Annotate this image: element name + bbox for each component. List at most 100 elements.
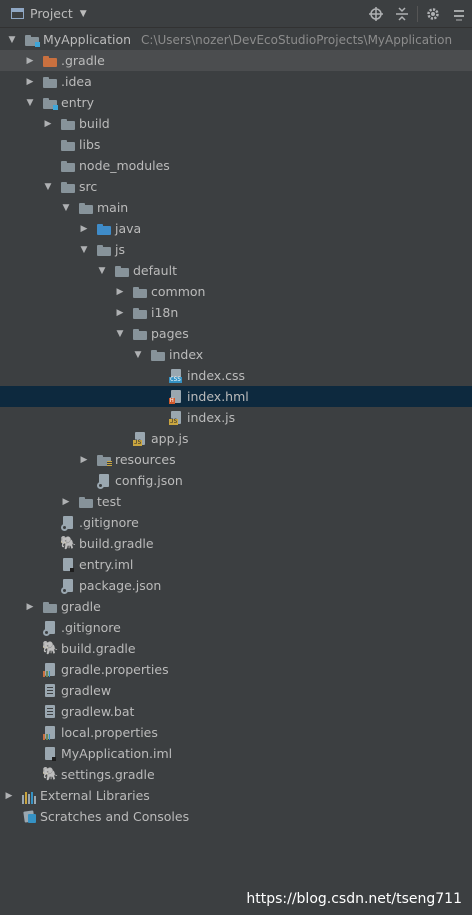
tree-row-entry[interactable]: ▼ entry <box>0 92 472 113</box>
chevron-down-icon[interactable]: ▼ <box>80 9 87 19</box>
tree-row-local-properties[interactable]: local.properties <box>0 722 472 743</box>
tree-row-label: entry.iml <box>79 557 134 572</box>
locate-icon[interactable] <box>363 0 389 28</box>
expand-arrow-icon[interactable]: ▶ <box>3 791 15 801</box>
properties-file-icon <box>42 662 58 678</box>
tree-row-label: libs <box>79 137 101 152</box>
expand-arrow-icon[interactable]: ▶ <box>78 224 90 234</box>
tree-row-label: default <box>133 263 177 278</box>
tree-row-label: build.gradle <box>79 536 154 551</box>
config-file-icon <box>60 578 76 594</box>
tree-row-main[interactable]: ▼ main <box>0 197 472 218</box>
tree-row-pages[interactable]: ▼ pages <box>0 323 472 344</box>
folder-icon <box>114 263 130 279</box>
expand-arrow-icon[interactable]: ▼ <box>42 182 54 192</box>
project-path: C:\Users\nozer\DevEcoStudioProjects\MyAp… <box>141 32 453 47</box>
tool-window-header: Project ▼ <box>0 0 472 28</box>
tree-row-java[interactable]: ▶ java <box>0 218 472 239</box>
tree-row-label: i18n <box>151 305 179 320</box>
tree-row-js[interactable]: ▼ js <box>0 239 472 260</box>
tree-row-gradlew[interactable]: gradlew <box>0 680 472 701</box>
tree-row-external-libraries[interactable]: ▶ External Libraries <box>0 785 472 806</box>
expand-arrow-icon[interactable]: ▶ <box>60 497 72 507</box>
folder-icon <box>60 137 76 153</box>
tree-row-label: MyApplication.iml <box>61 746 173 761</box>
collapse-all-icon[interactable] <box>389 0 415 28</box>
tree-row-entry-gitignore[interactable]: .gitignore <box>0 512 472 533</box>
iml-file-icon <box>60 557 76 573</box>
config-file-icon <box>60 515 76 531</box>
tree-row-gradle-dir[interactable]: ▶ .gradle <box>0 50 472 71</box>
tree-row-package-json[interactable]: package.json <box>0 575 472 596</box>
folder-icon <box>96 242 112 258</box>
tree-row-label: config.json <box>115 473 183 488</box>
js-file-icon: JS <box>132 431 148 447</box>
tree-row-label: settings.gradle <box>61 767 155 782</box>
tree-row-label: pages <box>151 326 189 341</box>
expand-arrow-icon[interactable]: ▼ <box>78 245 90 255</box>
hide-icon[interactable] <box>446 0 472 28</box>
tree-row-resources[interactable]: ▶ resources <box>0 449 472 470</box>
tree-row-entry-build-gradle[interactable]: 🐘 build.gradle <box>0 533 472 554</box>
tree-row-myapplication[interactable]: ▼ MyApplication C:\Users\nozer\DevEcoStu… <box>0 29 472 50</box>
tree-row-scratches[interactable]: Scratches and Consoles <box>0 806 472 827</box>
tree-row-label: index <box>169 347 204 362</box>
folder-icon <box>60 179 76 195</box>
properties-file-icon <box>42 725 58 741</box>
folder-icon <box>42 599 58 615</box>
tree-row-root-gitignore[interactable]: .gitignore <box>0 617 472 638</box>
tree-row-label: gradle <box>61 599 101 614</box>
tree-row-label: local.properties <box>61 725 158 740</box>
toolbar-separator <box>417 6 418 22</box>
expand-arrow-icon[interactable]: ▶ <box>24 56 36 66</box>
expand-arrow-icon[interactable]: ▶ <box>24 602 36 612</box>
expand-arrow-icon[interactable]: ▶ <box>24 77 36 87</box>
tree-row-label: .gradle <box>61 53 105 68</box>
tree-row-config-json[interactable]: config.json <box>0 470 472 491</box>
tree-row-build[interactable]: ▶ build <box>0 113 472 134</box>
tree-row-label: main <box>97 200 129 215</box>
tree-row-src[interactable]: ▼ src <box>0 176 472 197</box>
expand-arrow-icon[interactable]: ▶ <box>42 119 54 129</box>
tree-row-label: common <box>151 284 206 299</box>
tree-row-gradlew-bat[interactable]: gradlew.bat <box>0 701 472 722</box>
tree-row-root-build-gradle[interactable]: 🐘 build.gradle <box>0 638 472 659</box>
tree-row-myapplication-iml[interactable]: MyApplication.iml <box>0 743 472 764</box>
folder-icon <box>132 326 148 342</box>
tree-row-index-css[interactable]: CSS index.css <box>0 365 472 386</box>
tool-window-title[interactable]: Project <box>30 6 73 21</box>
tree-row-gradle-properties[interactable]: gradle.properties <box>0 659 472 680</box>
tree-row-app-js[interactable]: JS app.js <box>0 428 472 449</box>
tree-row-libs[interactable]: libs <box>0 134 472 155</box>
tree-row-label: src <box>79 179 98 194</box>
folder-icon <box>150 347 166 363</box>
expand-arrow-icon[interactable]: ▼ <box>114 329 126 339</box>
hml-file-icon: H <box>168 389 184 405</box>
tree-row-test[interactable]: ▶ test <box>0 491 472 512</box>
tree-row-i18n[interactable]: ▶ i18n <box>0 302 472 323</box>
expand-arrow-icon[interactable]: ▶ <box>78 455 90 465</box>
expand-arrow-icon[interactable]: ▼ <box>60 203 72 213</box>
tree-row-node-modules[interactable]: node_modules <box>0 155 472 176</box>
tree-row-gradle-folder[interactable]: ▶ gradle <box>0 596 472 617</box>
tree-row-idea[interactable]: ▶ .idea <box>0 71 472 92</box>
tree-row-index-dir[interactable]: ▼ index <box>0 344 472 365</box>
tree-row-settings-gradle[interactable]: 🐘 settings.gradle <box>0 764 472 785</box>
tree-row-common[interactable]: ▶ common <box>0 281 472 302</box>
expand-arrow-icon[interactable]: ▼ <box>96 266 108 276</box>
project-window-icon <box>11 8 24 19</box>
expand-arrow-icon[interactable]: ▼ <box>132 350 144 360</box>
expand-arrow-icon[interactable]: ▶ <box>114 308 126 318</box>
tree-row-index-hml[interactable]: H index.hml <box>0 386 472 407</box>
tree-row-entry-iml[interactable]: entry.iml <box>0 554 472 575</box>
expand-arrow-icon[interactable]: ▼ <box>24 98 36 108</box>
folder-icon <box>132 305 148 321</box>
module-folder-icon <box>42 95 58 111</box>
tree-row-index-js[interactable]: JS index.js <box>0 407 472 428</box>
expand-arrow-icon[interactable]: ▶ <box>114 287 126 297</box>
tree-row-label: index.css <box>187 368 246 383</box>
folder-icon <box>42 74 58 90</box>
expand-arrow-icon[interactable]: ▼ <box>6 35 18 45</box>
tree-row-default[interactable]: ▼ default <box>0 260 472 281</box>
settings-icon[interactable] <box>420 0 446 28</box>
